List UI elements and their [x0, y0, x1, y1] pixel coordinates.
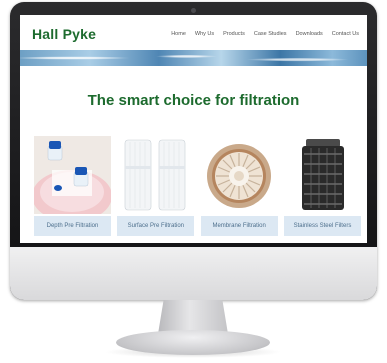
site-logo[interactable]: Hall Pyke — [32, 26, 96, 42]
nav-case-studies[interactable]: Case Studies — [254, 31, 287, 37]
monitor-stand-neck — [158, 300, 228, 334]
monitor-chin — [10, 247, 377, 300]
nav-why-us[interactable]: Why Us — [195, 31, 214, 37]
product-label-surface[interactable]: Surface Pre Filtration — [117, 216, 195, 236]
product-card-surface[interactable]: Surface Pre Filtration — [117, 136, 195, 236]
website-screen: Hall Pyke Home Why Us Products Case Stud… — [20, 15, 367, 243]
surface-filter-image — [117, 136, 195, 214]
stainless-filter-image — [283, 136, 361, 214]
product-card-stainless[interactable]: Stainless Steel Filters — [283, 136, 361, 236]
main-nav: Home Why Us Products Case Studies Downlo… — [171, 31, 359, 37]
hero-headline: The smart choice for filtration — [87, 92, 300, 109]
product-grid: Depth Pre Filtration Surface Pre Filtrat… — [34, 136, 361, 236]
webcam — [191, 8, 196, 13]
product-card-depth[interactable]: Depth Pre Filtration — [34, 136, 111, 236]
product-label-membrane[interactable]: Membrane Filtration — [200, 216, 278, 236]
membrane-filter-image — [200, 136, 278, 214]
nav-downloads[interactable]: Downloads — [296, 31, 323, 37]
nav-contact-us[interactable]: Contact Us — [332, 31, 359, 37]
monitor-stand-base — [116, 330, 270, 355]
nav-products[interactable]: Products — [223, 31, 245, 37]
product-card-membrane[interactable]: Membrane Filtration — [200, 136, 278, 236]
depth-filter-image — [34, 136, 111, 214]
water-banner — [20, 50, 367, 66]
product-label-depth[interactable]: Depth Pre Filtration — [34, 216, 111, 236]
product-label-stainless[interactable]: Stainless Steel Filters — [283, 216, 361, 236]
site-header: Hall Pyke Home Why Us Products Case Stud… — [20, 15, 367, 50]
nav-home[interactable]: Home — [171, 31, 186, 37]
